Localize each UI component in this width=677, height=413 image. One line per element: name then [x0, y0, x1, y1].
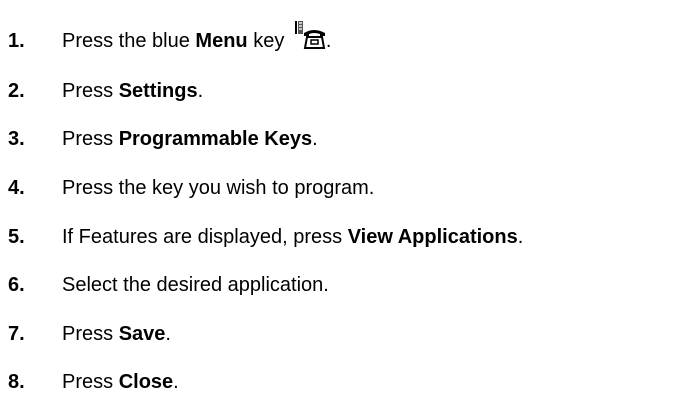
step-text-part: Press [62, 371, 119, 393]
step-item: 5. If Features are displayed, press View… [0, 222, 677, 252]
step-number: 4. [8, 177, 25, 199]
step-text-part: . [312, 128, 318, 150]
step-text-part: Press the blue [62, 30, 196, 52]
step-text-part: Press [62, 323, 119, 345]
step-number: 8. [8, 371, 25, 393]
step-number: 3. [8, 128, 25, 150]
step-text: If Features are displayed, press View Ap… [62, 222, 523, 252]
step-text-part: . [165, 323, 171, 345]
step-item: 3. Press Programmable Keys. [0, 124, 677, 154]
step-text: Press Settings. [62, 76, 203, 106]
step-item: 7. Press Save. [0, 319, 677, 349]
step-item: 2. Press Settings. [0, 76, 677, 106]
step-text-bold: Save [118, 323, 166, 345]
step-text: Press the blue Menu key . [62, 21, 332, 56]
step-item: 6. Select the desired application. [0, 270, 677, 300]
step-item: 8. Press Close. [0, 367, 677, 397]
step-item: 4. Press the key you wish to program. [0, 173, 677, 203]
step-number: 1. [8, 30, 25, 52]
step-item: 1. Press the blue Menu key . [0, 21, 677, 56]
step-text: Press the key you wish to program. [62, 173, 374, 203]
step-text-part: Press [62, 80, 119, 102]
step-text-part: . [173, 371, 179, 393]
step-text-part: . [517, 226, 524, 248]
step-text-bold: Close [118, 371, 174, 393]
step-number: 2. [8, 80, 25, 102]
step-text: Press Save. [62, 319, 171, 349]
step-text-bold: View Applications [347, 226, 518, 248]
step-text-suffix: . [325, 30, 332, 52]
step-text-part: . [197, 80, 204, 102]
step-text-bold: Programmable Keys [118, 128, 313, 150]
phone-menu-icon [294, 21, 326, 56]
step-text-part: Press the key you wish to program. [62, 177, 375, 199]
step-text-part: Select the desired application. [62, 274, 329, 296]
step-text-bold: Menu [195, 30, 248, 52]
step-text: Press Programmable Keys. [62, 124, 318, 154]
step-text-part: key [247, 30, 290, 52]
step-number: 5. [8, 226, 25, 248]
step-text: Press Close. [62, 367, 179, 397]
step-text-bold: Settings [118, 80, 198, 102]
step-text-part: Press [62, 128, 119, 150]
step-number: 6. [8, 274, 25, 296]
step-text: Select the desired application. [62, 270, 329, 300]
step-text-part: If Features are displayed, press [62, 226, 348, 248]
step-number: 7. [8, 323, 25, 345]
